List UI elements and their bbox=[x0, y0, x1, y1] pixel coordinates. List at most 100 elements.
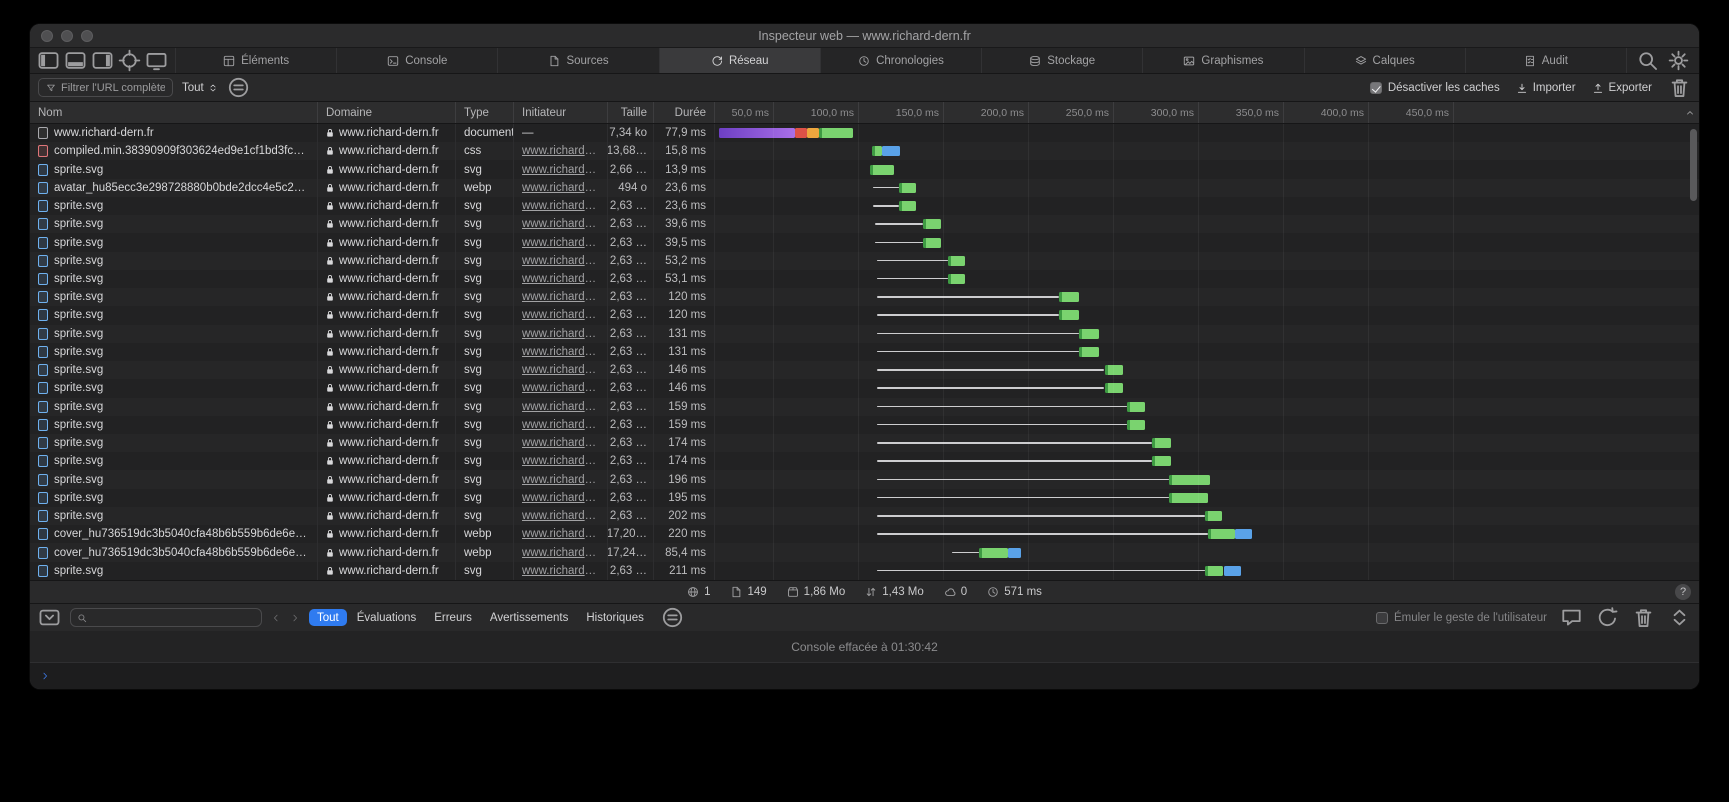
tab-reseau[interactable]: Réseau bbox=[660, 48, 821, 73]
tab-graphismes[interactable]: Graphismes bbox=[1143, 48, 1304, 73]
console-tab-tout[interactable]: Tout bbox=[309, 609, 347, 626]
table-row[interactable]: sprite.svgwww.richard-dern.frsvgwww.rich… bbox=[30, 452, 1699, 470]
column-header-domaine[interactable]: Domaine bbox=[318, 102, 456, 123]
clear-network-trash-icon[interactable] bbox=[1668, 78, 1691, 98]
initiator-link[interactable]: www.richard-d… bbox=[522, 364, 599, 376]
initiator-link[interactable]: www.richard-d… bbox=[522, 510, 599, 522]
table-row[interactable]: sprite.svgwww.richard-dern.frsvgwww.rich… bbox=[30, 306, 1699, 324]
zoom-button[interactable] bbox=[81, 30, 93, 42]
table-row[interactable]: sprite.svgwww.richard-dern.frsvgwww.rich… bbox=[30, 379, 1699, 397]
initiator-link[interactable]: www.richard-d… bbox=[522, 382, 599, 394]
initiator-link[interactable]: www.richard-d… bbox=[522, 474, 599, 486]
initiator-link[interactable]: www.richard-d… bbox=[522, 346, 599, 358]
close-button[interactable] bbox=[41, 30, 53, 42]
table-row[interactable]: sprite.svgwww.richard-dern.frsvgwww.rich… bbox=[30, 252, 1699, 270]
dock-left-icon[interactable] bbox=[37, 51, 60, 71]
initiator-link[interactable]: www.richard-d… bbox=[522, 237, 599, 249]
initiator-link[interactable]: www.richard-d… bbox=[522, 255, 599, 267]
tab-audit[interactable]: Audit bbox=[1466, 48, 1627, 73]
table-row[interactable]: sprite.svgwww.richard-dern.frsvgwww.rich… bbox=[30, 325, 1699, 343]
table-row[interactable]: sprite.svgwww.richard-dern.frsvgwww.rich… bbox=[30, 288, 1699, 306]
initiator-link[interactable]: www.richard-d… bbox=[522, 401, 599, 413]
table-row[interactable]: www.richard-dern.frwww.richard-dern.frdo… bbox=[30, 124, 1699, 142]
emulate-user-gesture-checkbox[interactable]: Émuler le geste de l'utilisateur bbox=[1376, 612, 1547, 624]
scroll-top-caret-icon[interactable] bbox=[1685, 108, 1695, 118]
initiator-link[interactable]: www.richard-d… bbox=[522, 565, 599, 577]
initiator-link[interactable]: www.richard-d… bbox=[522, 419, 599, 431]
initiator-link[interactable]: www.richard-d… bbox=[522, 528, 599, 540]
url-filter-field[interactable] bbox=[38, 78, 173, 97]
tab-console[interactable]: Console bbox=[337, 48, 498, 73]
previous-result-icon[interactable] bbox=[271, 613, 281, 623]
resource-type-dropdown[interactable]: Tout bbox=[182, 82, 218, 94]
tab-stockage[interactable]: Stockage bbox=[982, 48, 1143, 73]
initiator-link[interactable]: www.richard-d… bbox=[522, 273, 599, 285]
console-tab-erreurs[interactable]: Erreurs bbox=[426, 609, 480, 626]
console-messages-bubble-icon[interactable] bbox=[1560, 608, 1583, 628]
column-header-type[interactable]: Type bbox=[456, 102, 514, 123]
export-button[interactable]: Exporter bbox=[1592, 82, 1652, 94]
table-row[interactable]: sprite.svgwww.richard-dern.frsvgwww.rich… bbox=[30, 489, 1699, 507]
import-button[interactable]: Importer bbox=[1516, 82, 1576, 94]
disable-caches-checkbox[interactable]: Désactiver les caches bbox=[1370, 82, 1500, 94]
initiator-link[interactable]: www.richard-d… bbox=[522, 492, 599, 504]
table-row[interactable]: sprite.svgwww.richard-dern.frsvgwww.rich… bbox=[30, 197, 1699, 215]
table-row[interactable]: sprite.svgwww.richard-dern.frsvgwww.rich… bbox=[30, 343, 1699, 361]
column-header-duree[interactable]: Durée bbox=[654, 102, 715, 123]
console-tab-historiques[interactable]: Historiques bbox=[578, 609, 652, 626]
table-row[interactable]: sprite.svgwww.richard-dern.frsvgwww.rich… bbox=[30, 416, 1699, 434]
device-settings-icon[interactable] bbox=[145, 51, 168, 71]
filter-options-icon[interactable] bbox=[227, 78, 250, 98]
dock-bottom-icon[interactable] bbox=[64, 51, 87, 71]
help-button[interactable]: ? bbox=[1675, 584, 1691, 600]
table-row[interactable]: sprite.svgwww.richard-dern.frsvgwww.rich… bbox=[30, 270, 1699, 288]
element-picker-icon[interactable] bbox=[118, 51, 141, 71]
initiator-link[interactable]: www.richard-d… bbox=[522, 182, 599, 194]
table-row[interactable]: sprite.svgwww.richard-dern.frsvgwww.rich… bbox=[30, 398, 1699, 416]
table-row[interactable]: sprite.svgwww.richard-dern.frsvgwww.rich… bbox=[30, 507, 1699, 525]
url-filter-input[interactable] bbox=[61, 82, 165, 94]
vertical-scrollbar[interactable] bbox=[1689, 126, 1698, 578]
table-row[interactable]: compiled.min.38390909f303624ed9e1cf1bd3f… bbox=[30, 142, 1699, 160]
console-search-field[interactable] bbox=[70, 608, 262, 627]
tab-chronologies[interactable]: Chronologies bbox=[821, 48, 982, 73]
minimize-button[interactable] bbox=[61, 30, 73, 42]
tab-sources[interactable]: Sources bbox=[498, 48, 659, 73]
initiator-link[interactable]: www.richard-d… bbox=[522, 218, 599, 230]
initiator-link[interactable]: www.richard-d… bbox=[522, 455, 599, 467]
column-header-initiateur[interactable]: Initiateur bbox=[514, 102, 608, 123]
column-header-taille[interactable]: Taille bbox=[608, 102, 654, 123]
tab-elements[interactable]: Éléments bbox=[176, 48, 337, 73]
scrollbar-thumb[interactable] bbox=[1690, 129, 1697, 201]
table-row[interactable]: sprite.svgwww.richard-dern.frsvgwww.rich… bbox=[30, 160, 1699, 178]
expand-console-icon[interactable] bbox=[1668, 608, 1691, 628]
console-tab-evaluations[interactable]: Évaluations bbox=[349, 609, 424, 626]
reload-console-icon[interactable] bbox=[1596, 608, 1619, 628]
table-row[interactable]: sprite.svgwww.richard-dern.frsvgwww.rich… bbox=[30, 434, 1699, 452]
console-filter-options-icon[interactable] bbox=[661, 608, 684, 628]
search-icon[interactable] bbox=[1636, 51, 1659, 71]
table-row[interactable]: sprite.svgwww.richard-dern.frsvgwww.rich… bbox=[30, 470, 1699, 488]
initiator-link[interactable]: www.richard-d… bbox=[522, 309, 599, 321]
settings-gear-icon[interactable] bbox=[1667, 51, 1690, 71]
table-row[interactable]: cover_hu736519dc3b5040cfa48b6b559b6de6ec… bbox=[30, 525, 1699, 543]
dock-right-icon[interactable] bbox=[91, 51, 114, 71]
clear-console-trash-icon[interactable] bbox=[1632, 608, 1655, 628]
console-scope-icon[interactable] bbox=[38, 608, 61, 628]
initiator-link[interactable]: www.richard-d… bbox=[522, 291, 599, 303]
table-row[interactable]: sprite.svgwww.richard-dern.frsvgwww.rich… bbox=[30, 361, 1699, 379]
initiator-link[interactable]: www.richard-d… bbox=[522, 200, 599, 212]
initiator-link[interactable]: www.richard-d… bbox=[522, 145, 599, 157]
tab-calques[interactable]: Calques bbox=[1305, 48, 1466, 73]
console-prompt[interactable] bbox=[30, 663, 1699, 689]
titlebar[interactable]: Inspecteur web — www.richard-dern.fr bbox=[30, 24, 1699, 48]
table-row[interactable]: sprite.svgwww.richard-dern.frsvgwww.rich… bbox=[30, 233, 1699, 251]
column-header-nom[interactable]: Nom bbox=[30, 102, 318, 123]
next-result-icon[interactable] bbox=[290, 613, 300, 623]
table-row[interactable]: cover_hu736519dc3b5040cfa48b6b559b6de6ec… bbox=[30, 543, 1699, 561]
initiator-link[interactable]: www.richard-d… bbox=[522, 164, 599, 176]
initiator-link[interactable]: www.richard-d… bbox=[522, 437, 599, 449]
table-row[interactable]: sprite.svgwww.richard-dern.frsvgwww.rich… bbox=[30, 562, 1699, 580]
initiator-link[interactable]: www.richard-d… bbox=[522, 328, 599, 340]
console-tab-avertissements[interactable]: Avertissements bbox=[482, 609, 576, 626]
